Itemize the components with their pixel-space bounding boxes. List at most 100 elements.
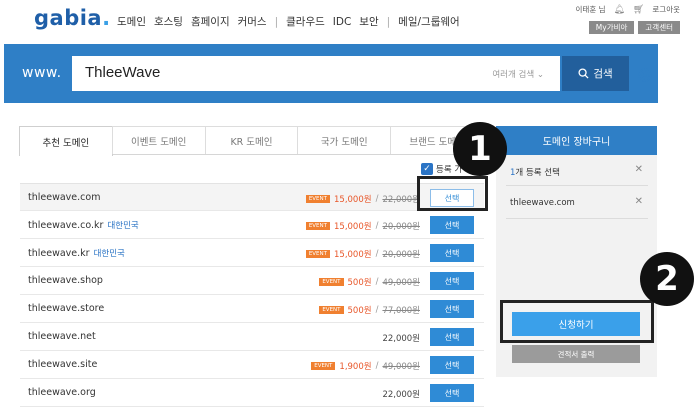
clear-cart-icon[interactable]: ✕	[635, 164, 643, 175]
nav-hosting[interactable]: 호스팅	[154, 14, 183, 29]
domain-name: thleewave.site	[28, 359, 98, 370]
price-separator: /	[375, 277, 379, 287]
nav-security[interactable]: 보안	[359, 14, 378, 29]
domain-name: thleewave.co.kr 대한민국	[28, 220, 139, 231]
multi-search-select[interactable]: 여러개 검색 ⌄	[492, 68, 544, 80]
domain-price: EVENT 15,000원/20,000원	[305, 248, 420, 260]
original-price: 77,000원	[382, 306, 420, 316]
domain-result-list: thleewave.com EVENT 15,000원/22,000원 선택 thlee…	[20, 183, 484, 407]
sale-price: 500원	[347, 306, 372, 316]
checkbox-checked-icon[interactable]: ✓	[421, 163, 433, 175]
nav-divider: |	[274, 15, 279, 28]
gabia-logo[interactable]: gabia.	[34, 6, 111, 30]
price-separator: /	[375, 249, 379, 259]
country-label: 대한민국	[93, 249, 125, 259]
top-header: gabia. 도메인 호스팅 홈페이지 커머스 | 클라우드 IDC 보안 | …	[0, 0, 698, 44]
divider	[506, 185, 648, 186]
step-badge-1: 1	[453, 122, 507, 176]
support-button[interactable]: 고객센터	[638, 21, 680, 34]
cart-icon[interactable]: 🛒︎	[633, 5, 644, 15]
domain-row: thleewave.kr 대한민국 EVENT 15,000원/20,000원 선택	[20, 239, 484, 267]
original-price: 49,000원	[382, 278, 420, 288]
remove-item-icon[interactable]: ✕	[635, 196, 643, 207]
search-icon	[578, 68, 589, 79]
logout-link[interactable]: 로그아웃	[652, 4, 680, 15]
cart-item: thleewave.com	[510, 198, 575, 208]
regular-price: 22,000원	[382, 390, 420, 400]
select-all-checkbox[interactable]: ✓ 등록 가	[421, 163, 462, 175]
domain-row: thleewave.net 22,000원 선택	[20, 323, 484, 351]
nav-idc[interactable]: IDC	[333, 16, 352, 28]
domain-row: thleewave.shop EVENT 500원/49,000원 선택	[20, 267, 484, 295]
sale-price: 500원	[347, 278, 372, 288]
nav-mail-groupware[interactable]: 메일/그룹웨어	[398, 14, 460, 29]
domain-name: thleewave.shop	[28, 275, 103, 286]
highlight-box-step2	[500, 300, 654, 343]
domain-row: thleewave.com EVENT 15,000원/22,000원 선택	[20, 183, 484, 211]
select-button[interactable]: 선택	[430, 272, 474, 290]
event-badge: EVENT	[319, 306, 344, 314]
domain-price: EVENT 1,900원/49,000원	[311, 360, 420, 372]
highlight-box-step1	[417, 176, 488, 211]
domain-price: EVENT 500원/49,000원	[319, 276, 420, 288]
search-input-value[interactable]: ThleeWave	[85, 64, 160, 81]
search-button[interactable]: 검색	[562, 56, 629, 91]
domain-row: thleewave.site EVENT 1,900원/49,000원 선택	[20, 351, 484, 379]
select-button[interactable]: 선택	[430, 300, 474, 318]
price-separator: /	[375, 221, 379, 231]
nav-commerce[interactable]: 커머스	[238, 14, 267, 29]
sale-price: 15,000원	[334, 222, 372, 232]
nav-cloud[interactable]: 클라우드	[286, 14, 325, 29]
price-separator: /	[375, 194, 379, 204]
tab-event[interactable]: 이벤트 도메인	[111, 126, 206, 154]
www-prefix: www.	[22, 65, 62, 81]
domain-row: thleewave.co.kr 대한민국 EVENT 15,000원/20,000원 선…	[20, 211, 484, 239]
original-price: 22,000원	[382, 195, 420, 205]
gear-icon[interactable]	[636, 66, 654, 84]
divider	[506, 218, 648, 219]
domain-name: thleewave.com	[28, 192, 101, 203]
event-badge: EVENT	[305, 222, 330, 230]
domain-search-bar: www. ThleeWave 여러개 검색 ⌄ 검색	[4, 44, 658, 103]
domain-price: EVENT 15,000원/20,000원	[305, 220, 420, 232]
event-badge: EVENT	[305, 250, 330, 258]
event-badge: EVENT	[305, 195, 330, 203]
search-input[interactable]: ThleeWave 여러개 검색 ⌄	[72, 56, 560, 91]
domain-price: EVENT 15,000원/22,000원	[305, 193, 420, 205]
domain-price: 22,000원	[382, 332, 420, 344]
domain-price: 22,000원	[382, 388, 420, 400]
original-price: 49,000원	[382, 362, 420, 372]
select-button[interactable]: 선택	[430, 216, 474, 234]
domain-name: thleewave.kr 대한민국	[28, 248, 125, 259]
tab-country[interactable]: 국가 도메인	[297, 126, 392, 154]
domain-row: thleewave.store EVENT 500원/77,000원 선택	[20, 295, 484, 323]
original-price: 20,000원	[382, 250, 420, 260]
price-separator: /	[375, 361, 379, 371]
select-button[interactable]: 선택	[430, 328, 474, 346]
select-button[interactable]: 선택	[430, 356, 474, 374]
sale-price: 1,900원	[339, 362, 372, 372]
print-quote-button[interactable]: 견적서 출력	[512, 345, 640, 363]
mygabia-button[interactable]: My가비아	[588, 21, 635, 34]
domain-name: thleewave.net	[28, 331, 96, 342]
sale-price: 15,000원	[334, 250, 372, 260]
domain-price: EVENT 500원/77,000원	[319, 304, 420, 316]
select-button[interactable]: 선택	[430, 244, 474, 262]
tab-kr[interactable]: KR 도메인	[204, 126, 299, 154]
cart-count: 1개 등록 선택	[510, 168, 560, 178]
main-nav: 도메인 호스팅 홈페이지 커머스 | 클라우드 IDC 보안 | 메일/그룹웨어	[117, 14, 468, 29]
nav-homepage[interactable]: 홈페이지	[191, 14, 230, 29]
select-button[interactable]: 선택	[430, 384, 474, 402]
bell-icon[interactable]: 🔔︎	[614, 5, 625, 15]
sale-price: 15,000원	[334, 195, 372, 205]
domain-name: thleewave.store	[28, 303, 105, 314]
original-price: 20,000원	[382, 222, 420, 232]
nav-domain[interactable]: 도메인	[117, 14, 146, 29]
tab-recommended[interactable]: 추천 도메인	[19, 126, 113, 156]
cart-title: 도메인 장바구니	[496, 126, 657, 155]
step-badge-2: 2	[640, 252, 694, 306]
country-label: 대한민국	[107, 221, 139, 231]
regular-price: 22,000원	[382, 334, 420, 344]
event-badge: EVENT	[311, 362, 336, 370]
event-badge: EVENT	[319, 278, 344, 286]
